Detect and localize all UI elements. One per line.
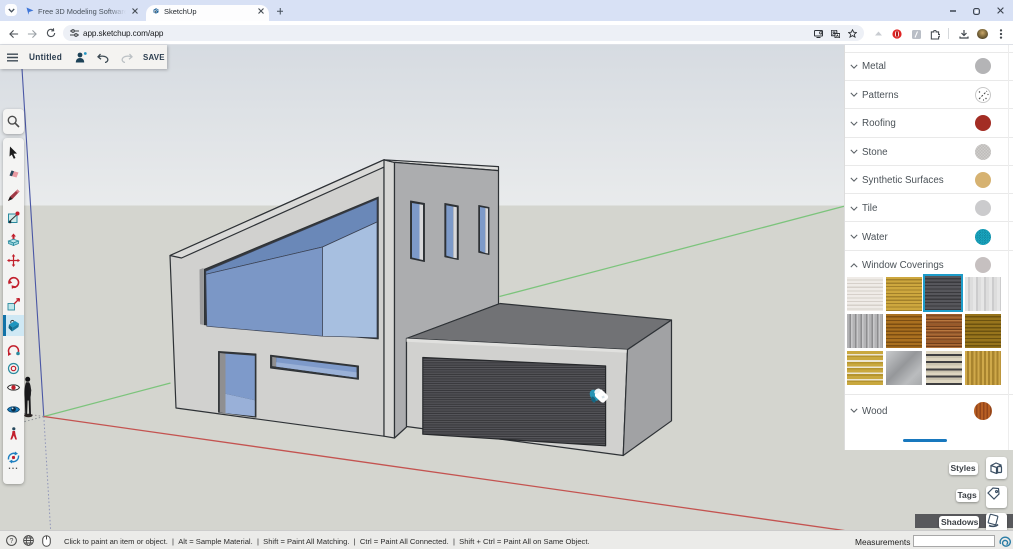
svg-text:?: ? (10, 538, 14, 545)
